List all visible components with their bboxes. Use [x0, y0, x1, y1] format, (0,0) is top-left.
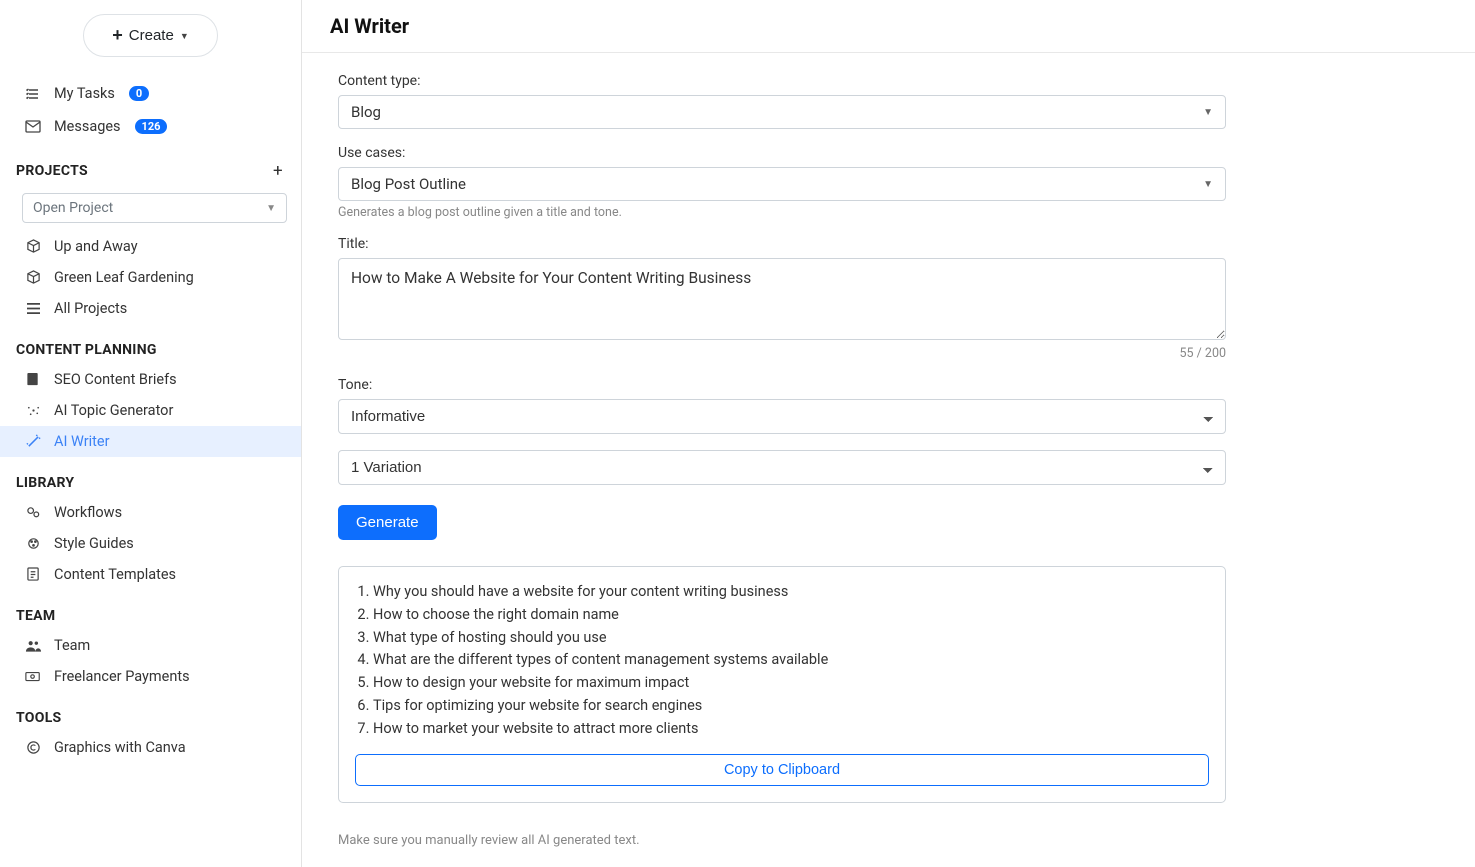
output-box: Why you should have a website for your c…	[338, 566, 1226, 803]
output-item: What are the different types of content …	[373, 649, 1209, 671]
cube-icon	[24, 239, 42, 254]
nav-messages[interactable]: Messages 126	[0, 110, 301, 143]
main-content: AI Writer Content type: Blog ▼ Use cases…	[302, 0, 1475, 867]
nav-my-tasks[interactable]: My Tasks 0	[0, 77, 301, 110]
create-button-label: Create	[129, 27, 174, 44]
project-label: Up and Away	[54, 238, 138, 255]
cp-item-label: AI Writer	[54, 433, 110, 450]
output-item: How to design your website for maximum i…	[373, 672, 1209, 694]
tone-select[interactable]: Informative	[338, 399, 1226, 434]
freelancer-payments[interactable]: Freelancer Payments	[0, 661, 301, 692]
badge: 0	[129, 86, 149, 101]
tool-canva[interactable]: Graphics with Canva	[0, 732, 301, 763]
copy-clipboard-button[interactable]: Copy to Clipboard	[355, 754, 1209, 786]
palette-icon	[24, 536, 42, 551]
project-all[interactable]: All Projects	[0, 293, 301, 324]
canva-icon	[24, 740, 42, 755]
lib-item-label: Content Templates	[54, 566, 176, 583]
create-button[interactable]: + Create ▼	[83, 14, 217, 57]
use-cases-select[interactable]: Blog Post Outline ▼	[338, 167, 1226, 201]
output-item: How to choose the right domain name	[373, 604, 1209, 626]
cp-topic-generator[interactable]: AI Topic Generator	[0, 395, 301, 426]
project-item[interactable]: Up and Away	[0, 231, 301, 262]
wand-icon	[24, 434, 42, 449]
tone-label: Tone:	[338, 377, 1226, 393]
team-item[interactable]: Team	[0, 630, 301, 661]
content-type-select[interactable]: Blog ▼	[338, 95, 1226, 129]
page-title: AI Writer	[330, 14, 1447, 38]
nav-item-label: Messages	[54, 118, 121, 135]
output-list: Why you should have a website for your c…	[355, 581, 1209, 739]
sidebar: + Create ▼ My Tasks 0 Messages 126 PROJE…	[0, 0, 302, 867]
tools-header: TOOLS	[0, 700, 301, 732]
template-icon	[24, 567, 42, 582]
generate-button[interactable]: Generate	[338, 505, 437, 540]
project-label: All Projects	[54, 300, 127, 317]
plus-icon: +	[112, 25, 123, 46]
lib-item-label: Style Guides	[54, 535, 134, 552]
title-input[interactable]: How to Make A Website for Your Content W…	[338, 258, 1226, 340]
project-label: Green Leaf Gardening	[54, 269, 194, 286]
lib-workflows[interactable]: Workflows	[0, 497, 301, 528]
team-item-label: Freelancer Payments	[54, 668, 190, 685]
content-type-label: Content type:	[338, 73, 1226, 89]
lib-templates[interactable]: Content Templates	[0, 559, 301, 590]
chevron-down-icon: ▼	[180, 31, 189, 41]
document-icon	[24, 372, 42, 387]
library-header: LIBRARY	[0, 465, 301, 497]
cp-item-label: AI Topic Generator	[54, 402, 173, 419]
cp-item-label: SEO Content Briefs	[54, 371, 177, 388]
envelope-icon	[24, 120, 42, 134]
chevron-down-icon: ▼	[266, 203, 276, 214]
title-label: Title:	[338, 236, 1226, 252]
money-icon	[24, 671, 42, 683]
tasks-icon	[24, 86, 42, 102]
gears-icon	[24, 505, 42, 520]
projects-header: PROJECTS +	[0, 151, 301, 187]
badge: 126	[135, 119, 168, 134]
variation-select[interactable]: 1 Variation	[338, 450, 1226, 485]
people-icon	[24, 639, 42, 653]
tool-item-label: Graphics with Canva	[54, 739, 186, 756]
output-item: Why you should have a website for your c…	[373, 581, 1209, 603]
chevron-down-icon: ▼	[1203, 107, 1213, 118]
use-cases-label: Use cases:	[338, 145, 1226, 161]
project-item[interactable]: Green Leaf Gardening	[0, 262, 301, 293]
cp-seo-briefs[interactable]: SEO Content Briefs	[0, 364, 301, 395]
chevron-down-icon: ▼	[1203, 179, 1213, 190]
sparkle-icon	[24, 403, 42, 418]
lib-item-label: Workflows	[54, 504, 122, 521]
nav-item-label: My Tasks	[54, 85, 115, 102]
output-item: Tips for optimizing your website for sea…	[373, 695, 1209, 717]
content-planning-header: CONTENT PLANNING	[0, 332, 301, 364]
use-cases-helper: Generates a blog post outline given a ti…	[338, 205, 1226, 220]
cp-ai-writer[interactable]: AI Writer	[0, 426, 301, 457]
title-char-count: 55 / 200	[338, 346, 1226, 361]
add-project-icon[interactable]: +	[273, 161, 283, 181]
output-item: What type of hosting should you use	[373, 627, 1209, 649]
footer-note: Make sure you manually review all AI gen…	[338, 833, 1226, 848]
team-item-label: Team	[54, 637, 90, 654]
cube-icon	[24, 270, 42, 285]
lib-style-guides[interactable]: Style Guides	[0, 528, 301, 559]
open-project-select[interactable]: Open Project ▼	[22, 193, 287, 223]
team-header: TEAM	[0, 598, 301, 630]
open-project-placeholder: Open Project	[33, 200, 113, 216]
list-icon	[24, 302, 42, 315]
output-item: How to market your website to attract mo…	[373, 718, 1209, 740]
page-header: AI Writer	[302, 0, 1475, 53]
